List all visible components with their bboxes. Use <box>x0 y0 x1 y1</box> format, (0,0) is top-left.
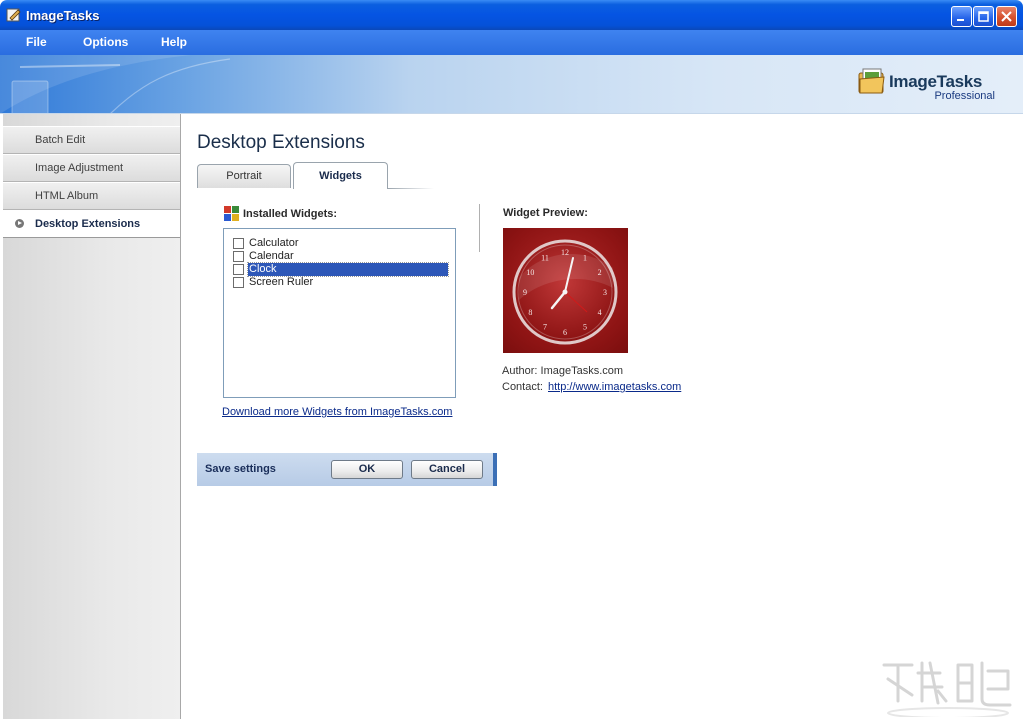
contact-website-link[interactable]: http://www.imagetasks.com <box>548 381 681 393</box>
widgets-listbox[interactable]: Calculator Calendar Clock Screen Ruler <box>223 228 456 398</box>
watermark-logo <box>882 661 1012 717</box>
widget-name: Clock <box>247 262 449 277</box>
menu-file[interactable]: File <box>26 35 47 49</box>
banner-swoosh-graphic <box>0 55 231 113</box>
tab-widgets[interactable]: Widgets <box>293 162 388 189</box>
list-item[interactable]: Screen Ruler <box>233 276 314 289</box>
ok-button[interactable]: OK <box>331 460 403 479</box>
sidebar-item-label: Batch Edit <box>35 134 86 146</box>
close-button[interactable] <box>996 6 1017 27</box>
widgets-icon <box>224 206 239 221</box>
widget-checkbox[interactable] <box>233 238 244 249</box>
vertical-divider <box>479 204 480 252</box>
widget-preview-label: Widget Preview: <box>503 207 588 219</box>
widget-name: Screen Ruler <box>249 276 314 288</box>
app-icon <box>6 8 21 22</box>
list-item[interactable]: Clock <box>233 262 449 277</box>
clock-numeral: 12 <box>561 248 569 257</box>
tab-label: Portrait <box>226 170 262 182</box>
sidebar-item-desktop-extensions[interactable]: Desktop Extensions <box>3 210 180 238</box>
arrow-bullet-icon <box>15 219 24 228</box>
cancel-button[interactable]: Cancel <box>411 460 483 479</box>
menu-bar: File Options Help <box>0 30 1023 55</box>
clock-numeral: 4 <box>598 308 602 317</box>
menu-help[interactable]: Help <box>161 35 187 49</box>
close-icon <box>1001 11 1012 22</box>
clock-numeral: 6 <box>563 328 567 337</box>
clock-numeral: 2 <box>598 268 602 277</box>
clock-numeral: 11 <box>541 253 549 262</box>
sidebar-item-label: Image Adjustment <box>35 162 124 174</box>
sidebar-item-html-album[interactable]: HTML Album <box>3 182 180 210</box>
page-title: Desktop Extensions <box>197 132 365 153</box>
clock-numeral: 10 <box>526 268 534 277</box>
widget-checkbox[interactable] <box>233 277 244 288</box>
logo-name: ImageTasks <box>889 72 983 91</box>
sidebar-item-label: HTML Album <box>35 190 99 202</box>
maximize-icon <box>978 11 989 22</box>
installed-widgets-label: Installed Widgets: <box>243 208 338 220</box>
title-bar[interactable]: ImageTasks <box>0 0 1023 30</box>
widget-checkbox[interactable] <box>233 251 244 262</box>
minimize-icon <box>957 19 964 21</box>
header-banner: ImageTasks Professional <box>0 55 1023 114</box>
imagetasks-logo: ImageTasks Professional <box>857 67 997 103</box>
clock-numeral: 8 <box>528 308 532 317</box>
clock-numeral: 5 <box>583 323 587 332</box>
clock-numeral: 7 <box>543 323 547 332</box>
sidebar-item-batch-edit[interactable]: Batch Edit <box>3 126 180 154</box>
maximize-button[interactable] <box>973 6 994 27</box>
minimize-button[interactable] <box>951 6 972 27</box>
tab-portrait[interactable]: Portrait <box>197 164 291 188</box>
menu-options[interactable]: Options <box>83 35 128 49</box>
widget-checkbox[interactable] <box>233 264 244 275</box>
widget-preview-image: 12 1 2 3 4 5 6 7 8 9 10 11 <box>503 228 628 353</box>
sidebar-item-image-adjustment[interactable]: Image Adjustment <box>3 154 180 182</box>
window-title: ImageTasks <box>26 8 100 23</box>
sidebar-item-label: Desktop Extensions <box>35 218 141 230</box>
widget-name: Calendar <box>249 250 294 262</box>
list-item[interactable]: Calendar <box>233 250 295 263</box>
clock-widget-image: 121234567891011 <box>512 239 618 345</box>
widget-author: Author: ImageTasks.com <box>502 365 624 377</box>
logo-folder-icon <box>858 68 885 94</box>
download-widgets-link[interactable]: Download more Widgets from ImageTasks.co… <box>222 406 452 418</box>
clock-numeral: 1 <box>583 253 587 262</box>
save-settings-label: Save settings <box>205 463 276 475</box>
clock-numeral: 9 <box>523 288 527 297</box>
sidebar: Batch Edit Image Adjustment HTML Album D… <box>3 114 181 719</box>
tab-label: Widgets <box>319 170 362 182</box>
widget-name: Calculator <box>249 237 299 249</box>
list-item[interactable]: Calculator <box>233 237 300 250</box>
save-settings-bar: Save settings OK Cancel <box>197 453 497 486</box>
contact-label: Contact: <box>502 381 543 393</box>
logo-edition: Professional <box>934 90 995 102</box>
tab-underline <box>388 188 434 189</box>
clock-numeral: 3 <box>603 288 607 297</box>
